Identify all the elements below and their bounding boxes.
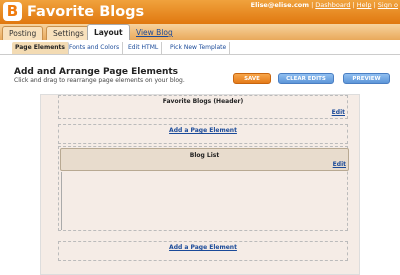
dashboard-link[interactable]: Dashboard [315,1,350,9]
subtab-fonts-and-colors[interactable]: Fonts and Colors [66,42,124,54]
blog-list-element[interactable]: Blog List Edit [60,148,349,171]
subtab-page-elements[interactable]: Page Elements [12,42,69,54]
top-bar: B Favorite Blogs Elise@elise.com | Dashboa… [0,0,400,24]
preview-button[interactable]: PREVIEW [343,73,390,84]
save-button[interactable]: SAVE [233,73,271,84]
tab-posting[interactable]: Posting [2,26,44,40]
header-edit-link[interactable]: Edit [332,109,345,117]
user-email: Elise@elise.com [250,1,310,9]
add-element-slot-bottom: Add a Page Element [58,241,348,261]
tab-view-blog[interactable]: View Blog [130,26,179,40]
blog-list-title: Blog List [189,152,220,159]
help-link[interactable]: Help [357,1,372,9]
subtab-edit-html[interactable]: Edit HTML [125,42,163,54]
account-links: Elise@elise.com | Dashboard | Help | Sign o [250,1,398,9]
clear-edits-button[interactable]: CLEAR EDITS [278,73,334,84]
add-page-element-link-bottom[interactable]: Add a Page Element [59,244,347,252]
blog-title: Favorite Blogs [27,4,145,20]
header-element-title: Favorite Blogs (Header) [162,98,244,105]
tab-layout[interactable]: Layout [87,24,130,41]
column-divider [61,172,62,230]
sub-tabs: Page Elements Fonts and Colors Edit HTML… [0,40,400,55]
sign-out-link[interactable]: Sign o [378,1,398,9]
header-element[interactable]: Favorite Blogs (Header) Edit [58,95,348,119]
blogger-logo-icon[interactable]: B [3,2,22,21]
tab-settings[interactable]: Settings [46,26,91,40]
main-tabs: Posting Settings Layout View Blog [0,24,400,41]
blog-list-edit-link[interactable]: Edit [333,161,346,169]
add-page-element-link-top[interactable]: Add a Page Element [59,127,347,135]
subtab-pick-new-template[interactable]: Pick New Template [167,42,231,54]
add-element-slot-top: Add a Page Element [58,124,348,144]
page-subtitle: Click and drag to rearrange page element… [14,77,185,84]
